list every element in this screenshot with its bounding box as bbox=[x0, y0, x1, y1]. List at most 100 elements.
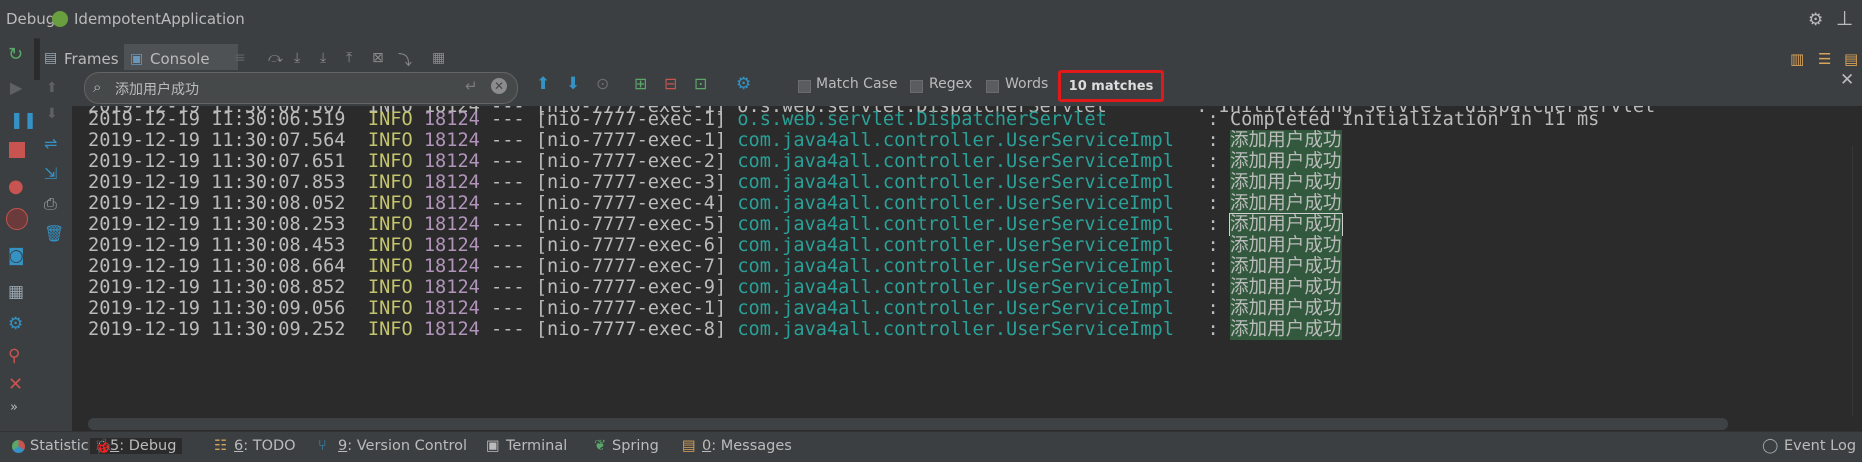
debug-tab-label: : Debug bbox=[119, 438, 177, 454]
list-icon[interactable]: ☰ bbox=[1818, 50, 1836, 68]
match-case-checkbox[interactable] bbox=[798, 80, 811, 93]
log-date: 2019-12-19 11:30:08.253 bbox=[88, 214, 346, 235]
mute-breakpoints-icon[interactable] bbox=[6, 208, 28, 230]
vertical-scrollbar[interactable] bbox=[1852, 146, 1862, 416]
words-checkbox[interactable] bbox=[986, 80, 999, 93]
log-logger: com.java4all.controller.UserServiceImpl bbox=[737, 214, 1186, 235]
log-logger: com.java4all.controller.UserServiceImpl bbox=[737, 277, 1186, 298]
up-arrow-icon[interactable]: ⬆ bbox=[46, 80, 64, 98]
close-find-bar-icon[interactable]: ✕ bbox=[1840, 70, 1854, 90]
log-date: 2019-12-19 11:30:07.651 bbox=[88, 151, 346, 172]
rerun-icon[interactable]: ↻ bbox=[8, 44, 26, 65]
title-bar: Debug IdempotentApplication ⚙ ⊥ bbox=[0, 0, 1862, 39]
messages-tab-number: 0 bbox=[702, 438, 712, 454]
log-sep: --- bbox=[491, 214, 525, 235]
restore-layout-icon[interactable]: ▥ bbox=[1790, 50, 1808, 68]
scroll-to-end-icon[interactable]: ⇲ bbox=[44, 164, 62, 183]
camera-icon[interactable]: ◙ bbox=[8, 246, 26, 266]
statistic-icon bbox=[12, 440, 25, 453]
clear-search-icon[interactable]: ✕ bbox=[491, 78, 507, 94]
find-usages-icon[interactable]: ⊙ bbox=[596, 74, 609, 93]
drop-frame-icon[interactable]: ⊠ bbox=[372, 50, 390, 68]
log-thread: [nio-7777-exec-7] bbox=[535, 256, 727, 277]
log-level: INFO bbox=[367, 130, 413, 151]
evaluate-icon[interactable]: ▦ bbox=[432, 50, 450, 68]
next-occurrence-icon[interactable]: ⬇ bbox=[566, 74, 580, 94]
debug-tab[interactable]: 🐞 5: Debug bbox=[90, 438, 183, 455]
minimize-icon[interactable]: ⊥ bbox=[1836, 6, 1853, 30]
log-logger: o.s.web.servlet.DispatcherServlet bbox=[737, 109, 1186, 130]
log-logger: com.java4all.controller.UserServiceImpl bbox=[737, 151, 1186, 172]
log-logger: com.java4all.controller.UserServiceImpl bbox=[737, 256, 1186, 277]
search-icon[interactable]: ⌕ bbox=[93, 78, 101, 96]
stop-icon[interactable] bbox=[9, 142, 25, 158]
log-message-match: 添加用户成功 bbox=[1229, 151, 1342, 172]
search-input[interactable]: ⌕ 添加用户成功 ↵ ✕ bbox=[84, 72, 518, 104]
close-icon[interactable]: ✕ bbox=[8, 374, 26, 395]
log-date: 2019-12-19 11:30:08.453 bbox=[88, 235, 346, 256]
previous-occurrence-icon[interactable]: ⬆ bbox=[536, 74, 550, 94]
tab-console-label: Console bbox=[150, 50, 210, 68]
terminal-icon: ▣ bbox=[486, 438, 500, 454]
spring-tab[interactable]: Spring bbox=[612, 438, 659, 454]
horizontal-scrollbar[interactable] bbox=[88, 418, 1728, 430]
settings-icon[interactable]: ⚙ bbox=[8, 314, 26, 334]
console-output[interactable]: 2019-12-19 11:30:06.507 INFO 18124 --- [… bbox=[72, 106, 1852, 431]
select-all-occurrences-icon[interactable]: ⊡ bbox=[694, 74, 707, 93]
more-icon[interactable]: » bbox=[10, 400, 28, 418]
filter-settings-icon[interactable]: ⚙ bbox=[736, 74, 751, 94]
run-to-cursor-icon[interactable]: ⤵ bbox=[398, 50, 416, 69]
soft-wraps-icon[interactable]: ⇌ bbox=[44, 134, 62, 153]
clear-all-icon[interactable]: 🗑 bbox=[44, 224, 64, 243]
pause-icon[interactable]: ❚❚ bbox=[10, 110, 37, 129]
console-left-toolbar: ⬆ ⬇ ⇌ ⇲ ⎙ 🗑 bbox=[34, 80, 73, 431]
new-line-icon[interactable]: ↵ bbox=[465, 77, 478, 95]
regex-checkbox[interactable] bbox=[910, 80, 923, 93]
event-log-tab[interactable]: Event Log bbox=[1784, 438, 1856, 454]
remove-occurrence-icon[interactable]: ⊟ bbox=[664, 74, 677, 93]
log-pid: 18124 bbox=[423, 256, 480, 277]
todo-tab[interactable]: 6: TODO bbox=[234, 438, 296, 454]
log-pid: 18124 bbox=[423, 193, 480, 214]
log-logger: com.java4all.controller.UserServiceImpl bbox=[737, 298, 1186, 319]
spring-icon: ❦ bbox=[594, 438, 607, 454]
version-control-tab[interactable]: 9: Version Control bbox=[338, 438, 467, 454]
step-out-icon[interactable]: ⤒ bbox=[346, 50, 364, 68]
todo-tab-label: : TODO bbox=[243, 438, 296, 454]
soft-wrap-icon[interactable]: ▤ bbox=[1844, 50, 1862, 68]
regex-label[interactable]: Regex bbox=[929, 76, 972, 92]
log-level: INFO bbox=[367, 256, 413, 277]
gear-icon[interactable]: ⚙ bbox=[1808, 10, 1823, 30]
layout-icon[interactable]: ▦ bbox=[8, 282, 26, 302]
log-level: INFO bbox=[367, 214, 413, 235]
log-message-match: 添加用户成功 bbox=[1229, 130, 1342, 151]
add-occurrence-icon[interactable]: ⊞ bbox=[634, 74, 647, 93]
log-pid: 18124 bbox=[423, 277, 480, 298]
match-case-label[interactable]: Match Case bbox=[816, 76, 897, 92]
messages-tab[interactable]: 0: Messages bbox=[702, 438, 792, 454]
log-message-match: 添加用户成功 bbox=[1229, 193, 1342, 214]
view-breakpoints-icon[interactable]: ● bbox=[8, 176, 26, 197]
step-into-icon[interactable]: ⤓ bbox=[294, 50, 312, 68]
words-label[interactable]: Words bbox=[1005, 76, 1048, 92]
app-name: IdempotentApplication bbox=[74, 10, 245, 28]
log-date: 2019-12-19 11:30:07.853 bbox=[88, 172, 346, 193]
terminal-tab[interactable]: Terminal bbox=[506, 438, 567, 454]
log-sep: --- bbox=[491, 130, 525, 151]
down-arrow-icon[interactable]: ⬇ bbox=[46, 106, 64, 124]
log-pid: 18124 bbox=[423, 109, 480, 130]
pin-icon[interactable]: ⚲ bbox=[8, 346, 26, 366]
print-icon[interactable]: ⎙ bbox=[44, 194, 62, 213]
force-step-into-icon[interactable]: ⤓ bbox=[320, 50, 338, 68]
todo-icon: ☷ bbox=[214, 438, 227, 454]
statistic-tab[interactable]: Statistic bbox=[30, 438, 89, 454]
step-over-icon[interactable]: ⤼ bbox=[268, 50, 286, 68]
log-message-match: 添加用户成功 bbox=[1229, 172, 1342, 193]
log-pid: 18124 bbox=[423, 151, 480, 172]
log-message-match: 添加用户成功 bbox=[1229, 235, 1342, 256]
show-execution-point-icon[interactable]: ≡ bbox=[234, 50, 252, 68]
resume-icon[interactable]: ▶ bbox=[10, 78, 28, 97]
frames-icon: ▤ bbox=[44, 50, 58, 66]
log-thread: [nio-7777-exec-4] bbox=[535, 193, 727, 214]
log-thread: [nio-7777-exec-1] bbox=[535, 109, 727, 130]
